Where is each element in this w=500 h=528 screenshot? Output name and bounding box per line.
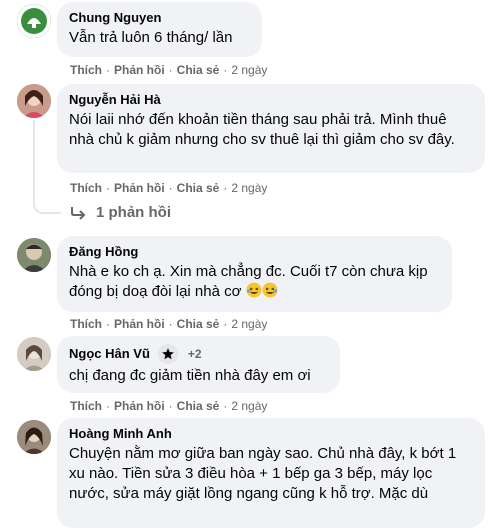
comment-timestamp[interactable]: 2 ngày	[231, 63, 267, 77]
like-button[interactable]: Thích	[70, 63, 102, 77]
avatar[interactable]	[17, 238, 51, 272]
comment-bubble: Chung Nguyen Vẫn trả luôn 6 tháng/ lần	[57, 2, 262, 57]
avatar[interactable]	[17, 84, 51, 118]
comment-author[interactable]: Chung Nguyen	[69, 10, 250, 26]
badge-count: +2	[187, 347, 202, 361]
comment-bubble: Hoàng Minh Anh Chuyện nằm mơ giữa ban ng…	[57, 418, 485, 528]
reply-button[interactable]: Phản hồi	[114, 181, 165, 195]
laughing-emoji-icon	[246, 282, 262, 298]
comment-actions: Thích · Phản hồi · Chia sẻ · 2 ngày	[70, 181, 268, 195]
reply-button[interactable]: Phản hồi	[114, 399, 165, 413]
share-button[interactable]: Chia sẻ	[177, 399, 220, 413]
comment-actions: Thích · Phản hồi · Chia sẻ · 2 ngày	[70, 63, 268, 77]
replies-count: 1 phản hồi	[96, 204, 171, 221]
reply-arrow-icon	[71, 207, 86, 220]
comment-timestamp[interactable]: 2 ngày	[231, 317, 267, 331]
comment-text: Chuyện nằm mơ giữa ban ngày sao. Chủ nhà…	[69, 445, 457, 502]
like-button[interactable]: Thích	[70, 399, 102, 413]
comment-text: Nhà e ko ch ạ. Xin mà chẳng đc. Cuối t7 …	[69, 263, 428, 300]
comment-author[interactable]: Nguyễn Hải Hà	[69, 92, 473, 108]
comment-author[interactable]: Ngọc Hân Vũ	[69, 346, 150, 362]
comment-bubble: Đăng Hồng Nhà e ko ch ạ. Xin mà chẳng đc…	[57, 236, 452, 312]
comment-bubble: Nguyễn Hải Hà Nói laii nhớ đến khoản tiề…	[57, 84, 485, 173]
comment-actions: Thích · Phản hồi · Chia sẻ · 2 ngày	[70, 399, 268, 413]
comment-actions: Thích · Phản hồi · Chia sẻ · 2 ngày	[70, 317, 268, 331]
comment-text: chị đang đc giảm tiền nhà đây em ơi	[69, 367, 311, 384]
comment-author[interactable]: Hoàng Minh Anh	[69, 426, 473, 442]
share-button[interactable]: Chia sẻ	[177, 63, 220, 77]
share-button[interactable]: Chia sẻ	[177, 317, 220, 331]
badges[interactable]: +2	[157, 344, 202, 364]
star-badge-icon	[157, 344, 178, 364]
comment-bubble: Ngọc Hân Vũ +2 chị đang đc giảm tiền nhà…	[57, 336, 340, 393]
avatar[interactable]	[17, 420, 51, 454]
comment-text: Vẫn trả luôn 6 tháng/ lần	[69, 29, 233, 46]
view-replies-link[interactable]: 1 phản hồi	[70, 203, 171, 223]
reply-button[interactable]: Phản hồi	[114, 317, 165, 331]
comment-author[interactable]: Đăng Hồng	[69, 244, 440, 260]
like-button[interactable]: Thích	[70, 317, 102, 331]
share-button[interactable]: Chia sẻ	[177, 181, 220, 195]
thread-connector	[33, 120, 61, 214]
avatar[interactable]	[17, 337, 51, 371]
comment-timestamp[interactable]: 2 ngày	[231, 181, 267, 195]
reply-button[interactable]: Phản hồi	[114, 63, 165, 77]
laughing-emoji-icon	[262, 282, 278, 298]
comment-timestamp[interactable]: 2 ngày	[231, 399, 267, 413]
like-button[interactable]: Thích	[70, 181, 102, 195]
comment-text: Nói laii nhớ đến khoản tiền tháng sau ph…	[69, 111, 455, 148]
avatar[interactable]	[17, 4, 51, 38]
